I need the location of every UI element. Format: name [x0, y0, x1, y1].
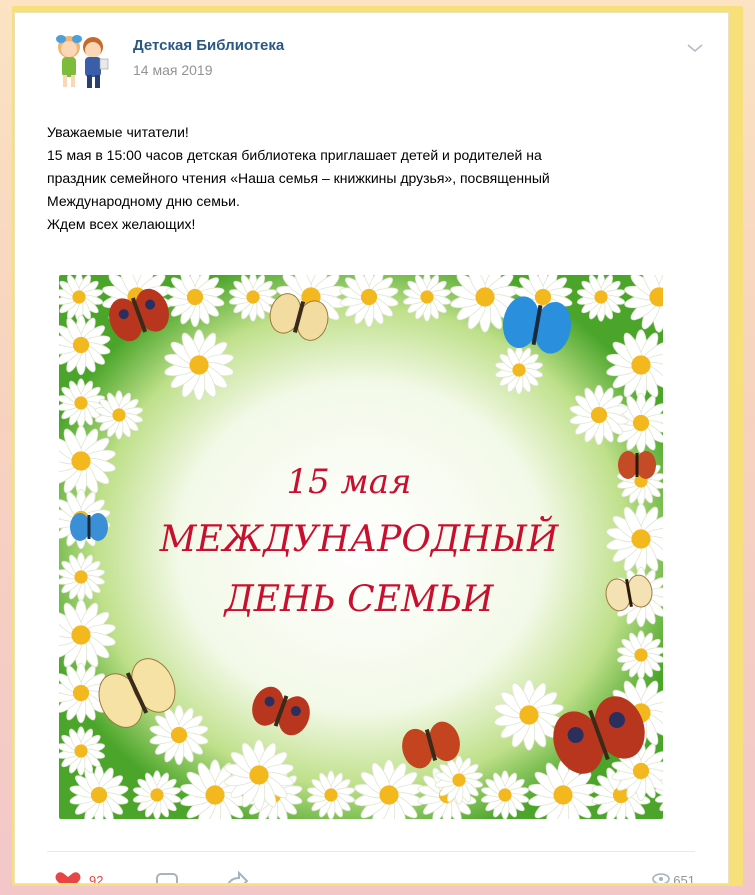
- share-icon: [225, 870, 249, 883]
- share-button[interactable]: [225, 870, 249, 883]
- post-image[interactable]: 15 мая МЕЖДУНАРОДНЫЙ ДЕНЬ СЕМЬИ: [59, 275, 663, 819]
- image-title-line2: ДЕНЬ СЕМЬИ: [223, 579, 495, 620]
- like-count: 92: [89, 873, 104, 883]
- post-card: Детская Библиотека 14 мая 2019 Уважаемые…: [15, 13, 728, 883]
- text-line: Ждем всех желающих!: [47, 216, 196, 232]
- post-actions: 92 651: [55, 870, 695, 883]
- comment-icon: [155, 873, 179, 883]
- post-text: Уважаемые читатели! 15 мая в 15:00 часов…: [47, 121, 687, 236]
- chevron-down-icon[interactable]: [686, 41, 704, 53]
- text-line: праздник семейного чтения «Наша семья – …: [47, 170, 550, 186]
- post-header: Детская Библиотека 14 мая 2019: [15, 13, 728, 113]
- eye-icon: [651, 873, 674, 883]
- text-line: 15 мая в 15:00 часов детская библиотека …: [47, 147, 542, 163]
- children-avatar-icon[interactable]: [49, 29, 113, 91]
- author-name[interactable]: Детская Библиотека: [133, 37, 284, 54]
- footer-divider: [47, 851, 695, 852]
- post-date[interactable]: 14 мая 2019: [133, 62, 213, 78]
- heart-icon: [55, 871, 81, 883]
- comment-button[interactable]: [155, 873, 179, 883]
- views-count: 651: [673, 873, 695, 883]
- text-line: Международному дню семьи.: [47, 193, 240, 209]
- image-title-line1: МЕЖДУНАРОДНЫЙ: [159, 516, 559, 560]
- views-counter: 651: [651, 873, 695, 883]
- text-line: Уважаемые читатели!: [47, 124, 189, 140]
- image-date-text: 15 мая: [286, 462, 411, 502]
